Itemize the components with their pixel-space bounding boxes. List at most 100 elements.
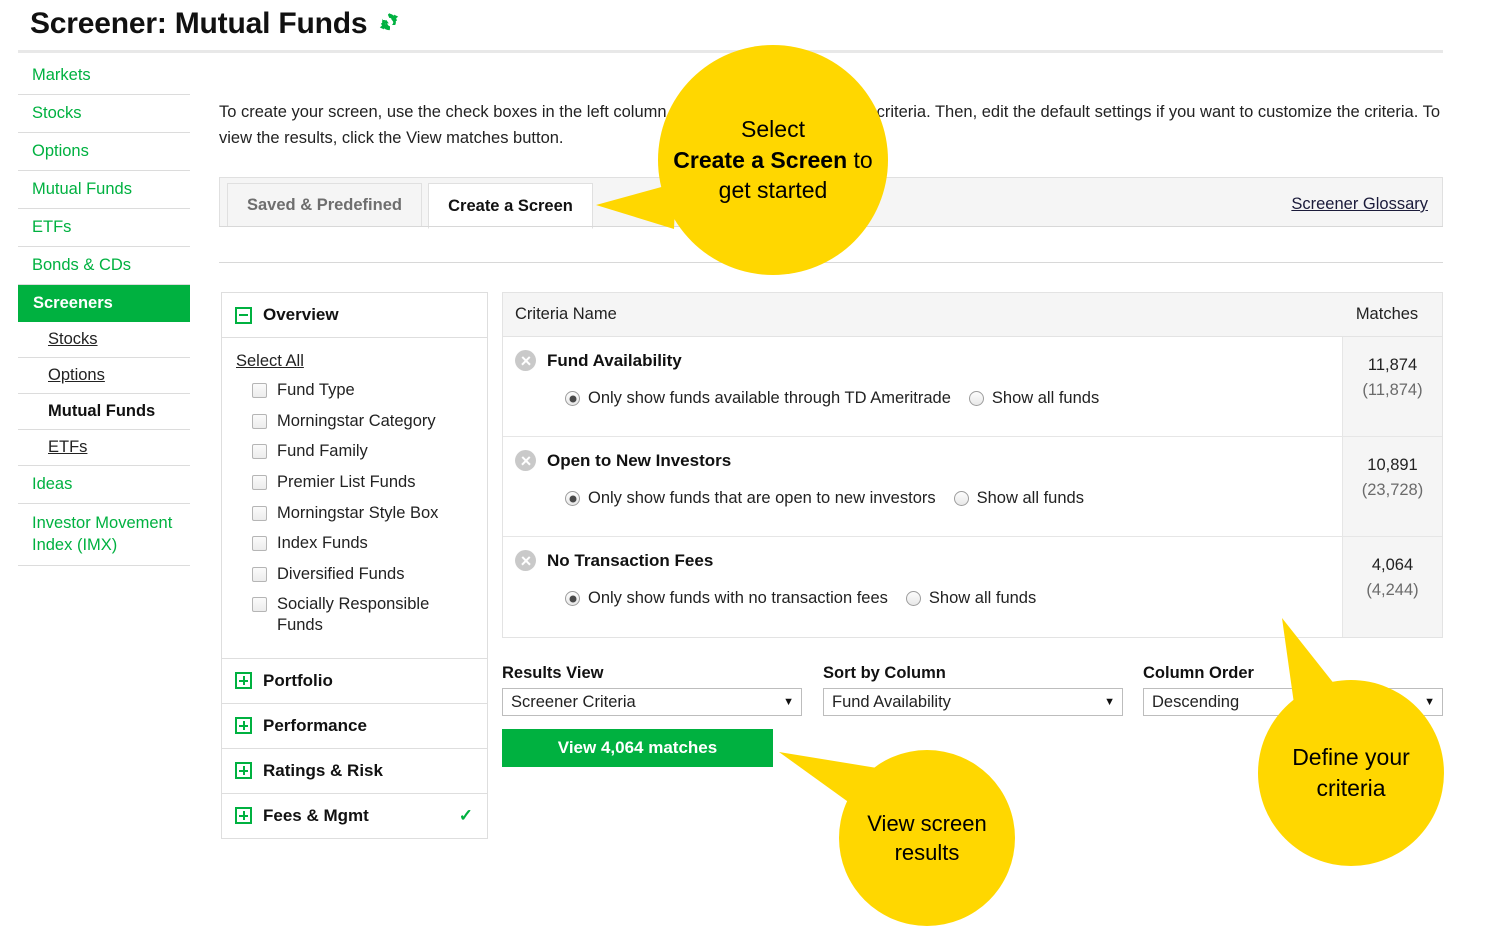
sidebar-item-etfs[interactable]: ETFs — [18, 209, 190, 247]
callout-bubble: Select Create a Screen to get started — [658, 45, 888, 275]
checkbox-icon[interactable] — [252, 383, 267, 398]
radio-option[interactable]: Show all funds — [969, 389, 1099, 408]
sidebar-subitem-etfs[interactable]: ETFs — [18, 430, 190, 466]
callout-line3: get started — [719, 177, 828, 203]
radio-option[interactable]: Show all funds — [954, 489, 1084, 508]
accordion-header-portfolio[interactable]: Portfolio — [221, 658, 488, 704]
sidebar-item-bonds-cds[interactable]: Bonds & CDs — [18, 247, 190, 285]
checkbox-icon[interactable] — [252, 414, 267, 429]
refresh-sync-icon[interactable] — [377, 10, 401, 39]
checkbox-label: Morningstar Style Box — [277, 503, 438, 524]
callout-define-your-criteria: Define your criteria — [1258, 620, 1450, 870]
checkbox-icon[interactable] — [252, 475, 267, 490]
sidebar-item-screeners[interactable]: Screeners — [18, 285, 190, 322]
matches-subcount: (4,244) — [1343, 578, 1442, 603]
checkbox-label: Fund Family — [277, 441, 368, 462]
radio-icon-selected[interactable] — [565, 591, 580, 606]
page-title: Screener: Mutual Funds — [30, 7, 367, 41]
radio-icon-selected[interactable] — [565, 391, 580, 406]
checkbox-label: Index Funds — [277, 533, 368, 554]
tab-saved-predefined[interactable]: Saved & Predefined — [227, 183, 422, 227]
accordion-title-portfolio: Portfolio — [263, 671, 333, 691]
matches-count: 10,891 — [1343, 453, 1442, 478]
accordion-title-performance: Performance — [263, 716, 367, 736]
criteria-accordion: Overview Select All Fund Type Morningsta… — [221, 292, 488, 839]
checkbox-index-funds[interactable]: Index Funds — [252, 533, 467, 554]
tab-create-a-screen[interactable]: Create a Screen — [428, 183, 593, 229]
sort-by-column-select[interactable]: Fund Availability ▼ — [823, 688, 1123, 716]
radio-label: Show all funds — [929, 589, 1036, 608]
criterion-options: Only show funds available through TD Ame… — [565, 389, 1342, 408]
checkbox-morningstar-style-box[interactable]: Morningstar Style Box — [252, 503, 467, 524]
accordion-header-ratings-risk[interactable]: Ratings & Risk — [221, 748, 488, 794]
sidebar-item-ideas[interactable]: Ideas — [18, 466, 190, 504]
radio-icon[interactable] — [906, 591, 921, 606]
checkbox-label: Fund Type — [277, 380, 355, 401]
plus-icon — [235, 762, 252, 779]
radio-icon-selected[interactable] — [565, 491, 580, 506]
column-header-criteria-name: Criteria Name — [503, 305, 1342, 324]
sidebar-item-markets[interactable]: Markets — [18, 57, 190, 95]
chevron-down-icon: ▼ — [783, 696, 794, 708]
matches-subcount: (11,874) — [1343, 378, 1442, 403]
sidebar-subitem-stocks[interactable]: Stocks — [18, 322, 190, 358]
checkbox-fund-type[interactable]: Fund Type — [252, 380, 467, 401]
matches-cell: 11,874 (11,874) — [1342, 337, 1442, 436]
checkbox-fund-family[interactable]: Fund Family — [252, 441, 467, 462]
checkbox-diversified-funds[interactable]: Diversified Funds — [252, 564, 467, 585]
checkbox-label: Morningstar Category — [277, 411, 436, 432]
accordion-header-overview[interactable]: Overview — [221, 292, 488, 338]
select-all-link[interactable]: Select All — [236, 352, 304, 371]
callout-view-screen-results: View screen results — [781, 750, 1017, 928]
checkbox-label: Diversified Funds — [277, 564, 404, 585]
sort-by-column-control: Sort by Column Fund Availability ▼ — [823, 664, 1123, 716]
callout-bubble: View screen results — [839, 750, 1015, 926]
checkbox-icon[interactable] — [252, 444, 267, 459]
accordion-title-overview: Overview — [263, 305, 339, 325]
results-view-control: Results View Screener Criteria ▼ — [502, 664, 802, 716]
minus-icon — [235, 307, 252, 324]
screener-glossary-link[interactable]: Screener Glossary — [1291, 195, 1428, 214]
checkbox-icon[interactable] — [252, 506, 267, 521]
criterion-name: Open to New Investors — [547, 451, 731, 471]
remove-criterion-icon[interactable] — [515, 350, 536, 371]
accordion-header-performance[interactable]: Performance — [221, 703, 488, 749]
checkbox-icon[interactable] — [252, 567, 267, 582]
criterion-options: Only show funds that are open to new inv… — [565, 489, 1342, 508]
criteria-table-header: Criteria Name Matches — [503, 293, 1442, 337]
sidebar-item-options[interactable]: Options — [18, 133, 190, 171]
checkbox-icon[interactable] — [252, 597, 267, 612]
sidebar-item-investor-movement-index[interactable]: Investor Movement Index (IMX) — [18, 504, 190, 567]
checkbox-icon[interactable] — [252, 536, 267, 551]
sidebar: Markets Stocks Options Mutual Funds ETFs… — [18, 57, 190, 566]
table-row: Fund Availability Only show funds availa… — [503, 337, 1442, 437]
results-view-label: Results View — [502, 664, 802, 683]
sidebar-item-stocks[interactable]: Stocks — [18, 95, 190, 133]
remove-criterion-icon[interactable] — [515, 450, 536, 471]
page-header: Screener: Mutual Funds — [30, 0, 401, 48]
checkbox-socially-responsible-funds[interactable]: Socially Responsible Funds — [252, 594, 467, 635]
radio-icon[interactable] — [954, 491, 969, 506]
sort-by-column-value: Fund Availability — [832, 693, 951, 712]
view-matches-button[interactable]: View 4,064 matches — [502, 729, 773, 767]
column-header-matches: Matches — [1342, 305, 1442, 324]
plus-icon — [235, 807, 252, 824]
radio-icon[interactable] — [969, 391, 984, 406]
criteria-table: Criteria Name Matches Fund Availability … — [502, 292, 1443, 638]
sidebar-subitem-mutual-funds[interactable]: Mutual Funds — [18, 394, 190, 430]
radio-label: Only show funds that are open to new inv… — [588, 489, 936, 508]
checkbox-morningstar-category[interactable]: Morningstar Category — [252, 411, 467, 432]
radio-option[interactable]: Only show funds that are open to new inv… — [565, 489, 936, 508]
accordion-body-overview: Select All Fund Type Morningstar Categor… — [221, 338, 488, 659]
sidebar-item-mutual-funds[interactable]: Mutual Funds — [18, 171, 190, 209]
accordion-header-fees-mgmt[interactable]: Fees & Mgmt ✓ — [221, 793, 488, 839]
radio-option[interactable]: Only show funds available through TD Ame… — [565, 389, 951, 408]
remove-criterion-icon[interactable] — [515, 550, 536, 571]
sidebar-subitem-options[interactable]: Options — [18, 358, 190, 394]
checkbox-premier-list-funds[interactable]: Premier List Funds — [252, 472, 467, 493]
radio-option[interactable]: Only show funds with no transaction fees — [565, 589, 888, 608]
results-view-select[interactable]: Screener Criteria ▼ — [502, 688, 802, 716]
radio-option[interactable]: Show all funds — [906, 589, 1036, 608]
radio-label: Only show funds available through TD Ame… — [588, 389, 951, 408]
matches-count: 11,874 — [1343, 353, 1442, 378]
